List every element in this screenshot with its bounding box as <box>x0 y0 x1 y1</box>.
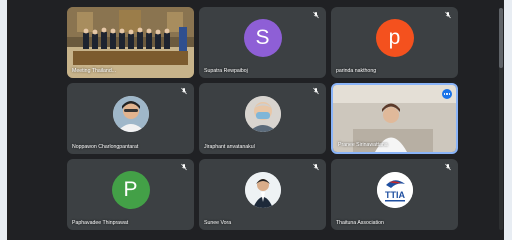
participant-name: Thaituna Association <box>336 220 384 226</box>
participant-name: parinda nakthong <box>336 68 377 74</box>
profile-photo <box>244 172 281 208</box>
participant-tile[interactable]: TTIA Thaituna Association <box>331 159 458 230</box>
participant-tile[interactable]: P Paphavadee Thinprawat <box>67 159 194 230</box>
more-options-icon[interactable] <box>442 89 452 99</box>
participant-name: Noppawon Charlongpantarat <box>72 144 139 150</box>
mic-muted-icon <box>181 163 187 171</box>
participant-name: Supatra Rewpaiboj <box>204 68 248 74</box>
participant-name: Paphavadee Thinprawat <box>72 220 129 226</box>
avatar: p <box>375 19 414 57</box>
ttia-logo-icon: TTIA <box>376 172 413 208</box>
mic-muted-icon <box>313 87 319 95</box>
participant-tile[interactable]: S Supatra Rewpaiboj <box>199 7 326 78</box>
avatar <box>112 96 149 132</box>
participant-name: Meeting Thailand... <box>72 68 117 74</box>
participant-tile[interactable]: p parinda nakthong <box>331 7 458 78</box>
mic-muted-icon <box>445 163 451 171</box>
participant-tile[interactable]: Meeting Thailand... <box>67 7 194 78</box>
participant-tile-active[interactable]: Pranee Sirinawattana <box>331 83 458 154</box>
avatar-letter: S <box>255 26 270 49</box>
scrollbar-thumb[interactable] <box>499 8 503 68</box>
avatar <box>244 172 281 208</box>
avatar: TTIA <box>376 172 413 208</box>
svg-text:TTIA: TTIA <box>385 190 405 200</box>
avatar: S <box>243 19 282 57</box>
mic-muted-icon <box>313 11 319 19</box>
participant-name: Sunee Vora <box>204 220 232 226</box>
participant-tile[interactable]: Noppawon Charlongpantarat <box>67 83 194 154</box>
meeting-grid: Meeting Thailand... S Supatra Rewpaiboj … <box>7 0 504 240</box>
mic-muted-icon <box>445 11 451 19</box>
participant-tile[interactable]: Sunee Vora <box>199 159 326 230</box>
avatar-letter: p <box>388 26 401 49</box>
avatar: P <box>111 171 150 209</box>
mic-muted-icon <box>181 87 187 95</box>
avatar-letter: P <box>123 178 138 201</box>
mic-muted-icon <box>313 163 319 171</box>
participant-tile[interactable]: Jiraphant anvatanakul <box>199 83 326 154</box>
avatar <box>244 96 281 132</box>
participant-name: Pranee Sirinawattana <box>338 142 388 148</box>
profile-photo <box>112 96 149 132</box>
profile-photo <box>244 96 281 132</box>
participant-name: Jiraphant anvatanakul <box>204 144 255 150</box>
